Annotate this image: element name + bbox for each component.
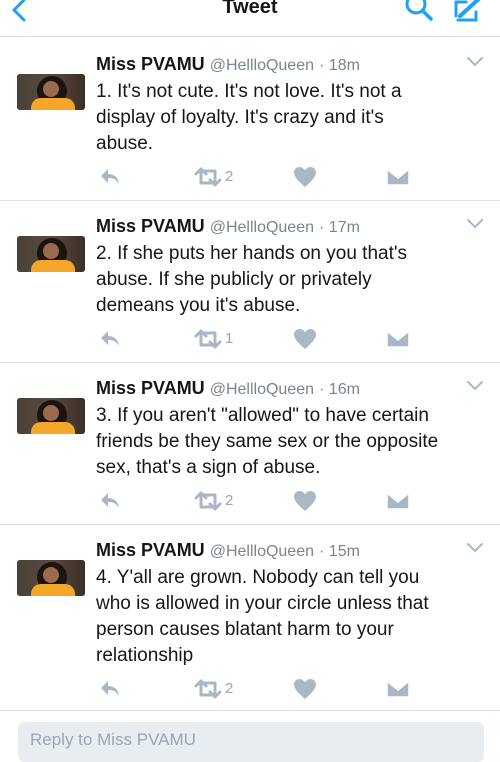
avatar[interactable]: [17, 398, 85, 434]
author-handle[interactable]: @HellloQueen: [210, 543, 314, 560]
heart-icon[interactable]: [293, 490, 317, 512]
avatar[interactable]: [17, 74, 85, 110]
chevron-down-icon[interactable]: [466, 380, 484, 392]
retweet-count: 2: [225, 492, 234, 509]
author-handle[interactable]: @HellloQueen: [210, 57, 314, 74]
direct-message-icon[interactable]: [386, 679, 410, 699]
tweet-actions: 1: [0, 328, 500, 352]
reply-icon[interactable]: [98, 678, 122, 700]
tweet-actions: 2: [0, 678, 500, 702]
author-handle[interactable]: @HellloQueen: [210, 381, 314, 398]
author-handle[interactable]: @HellloQueen: [210, 219, 314, 236]
heart-icon[interactable]: [293, 166, 317, 188]
avatar[interactable]: [17, 560, 85, 596]
tweet-actions: 2: [0, 490, 500, 514]
reply-placeholder: Reply to Miss PVAMU: [30, 730, 196, 749]
tweet-item[interactable]: Miss PVAMU @HellloQueen · 18m 1. It's no…: [0, 40, 500, 201]
tweet-timestamp: · 15m: [319, 543, 360, 560]
top-nav-bar: Tweet: [0, 0, 500, 37]
chevron-down-icon[interactable]: [466, 56, 484, 68]
retweet-icon[interactable]: [192, 166, 224, 188]
avatar[interactable]: [17, 236, 85, 272]
heart-icon[interactable]: [293, 328, 317, 350]
author-name[interactable]: Miss PVAMU: [96, 216, 205, 236]
retweet-icon[interactable]: [192, 678, 224, 700]
tweet-text: 1. It's not cute. It's not love. It's no…: [96, 81, 402, 154]
tweet-text: 4. Y'all are grown. Nobody can tell you …: [96, 567, 429, 666]
retweet-count: 2: [225, 168, 234, 185]
compose-icon[interactable]: [452, 0, 492, 24]
tweet-item[interactable]: Miss PVAMU @HellloQueen · 17m 2. If she …: [0, 202, 500, 363]
tweet-text: 3. If you aren't "allowed" to have certa…: [96, 405, 439, 478]
tweet-timestamp: · 17m: [319, 219, 360, 236]
search-icon[interactable]: [402, 0, 436, 24]
tweet-header: Miss PVAMU @HellloQueen · 16m: [96, 376, 360, 402]
retweet-count: 1: [225, 330, 234, 347]
tweet-item[interactable]: Miss PVAMU @HellloQueen · 15m 4. Y'all a…: [0, 526, 500, 711]
direct-message-icon[interactable]: [386, 491, 410, 511]
tweet-text: 2. If she puts her hands on you that's a…: [96, 243, 407, 316]
retweet-icon[interactable]: [192, 328, 224, 350]
reply-input[interactable]: Reply to Miss PVAMU: [18, 722, 484, 762]
retweet-count: 2: [225, 680, 234, 697]
tweet-header: Miss PVAMU @HellloQueen · 18m: [96, 52, 360, 78]
chevron-down-icon[interactable]: [466, 542, 484, 554]
author-name[interactable]: Miss PVAMU: [96, 378, 205, 398]
reply-icon[interactable]: [98, 490, 122, 512]
reply-icon[interactable]: [98, 328, 122, 350]
tweet-header: Miss PVAMU @HellloQueen · 15m: [96, 538, 360, 564]
author-name[interactable]: Miss PVAMU: [96, 54, 205, 74]
direct-message-icon[interactable]: [386, 329, 410, 349]
tweet-actions: 2: [0, 166, 500, 190]
chevron-down-icon[interactable]: [466, 218, 484, 230]
tweet-header: Miss PVAMU @HellloQueen · 17m: [96, 214, 360, 240]
retweet-icon[interactable]: [192, 490, 224, 512]
tweet-timestamp: · 16m: [319, 381, 360, 398]
reply-icon[interactable]: [98, 166, 122, 188]
tweet-item[interactable]: Miss PVAMU @HellloQueen · 16m 3. If you …: [0, 364, 500, 525]
author-name[interactable]: Miss PVAMU: [96, 540, 205, 560]
tweet-timestamp: · 18m: [319, 57, 360, 74]
direct-message-icon[interactable]: [386, 167, 410, 187]
heart-icon[interactable]: [293, 678, 317, 700]
